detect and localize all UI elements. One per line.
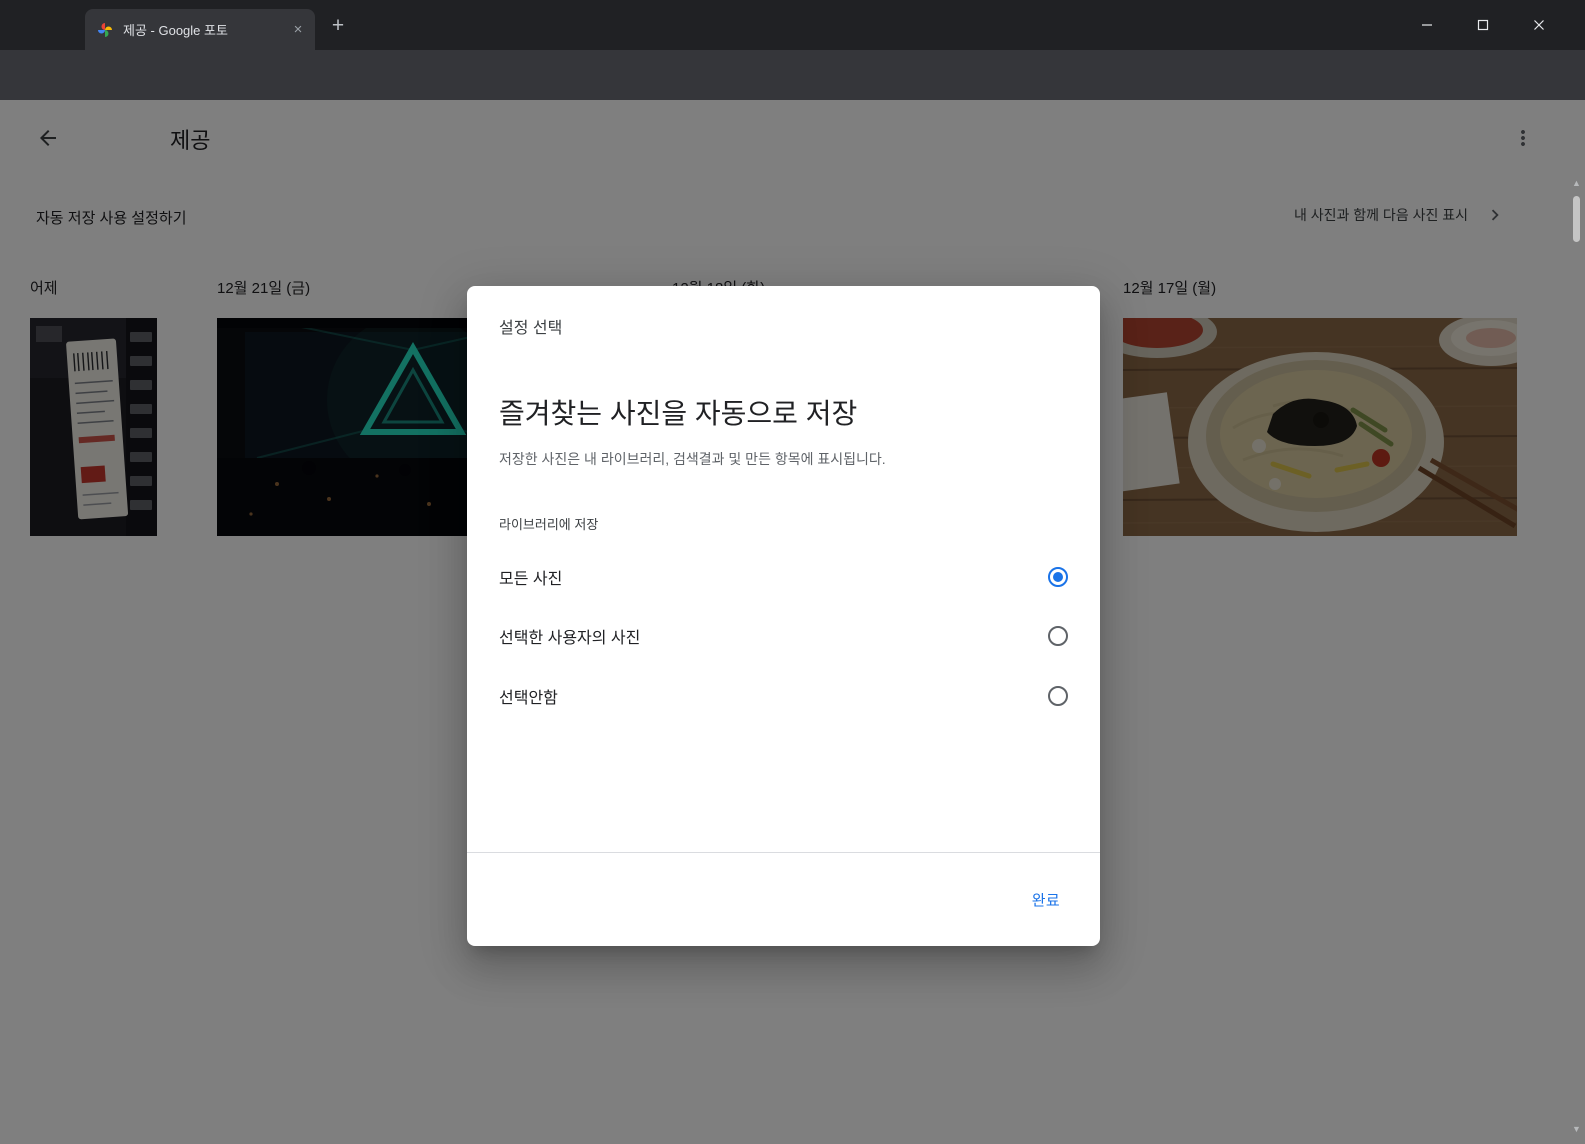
tab-close-icon[interactable]: × [289,21,307,39]
window-close-button[interactable] [1516,0,1562,50]
radio-button-icon [1048,626,1068,646]
google-photos-favicon-icon [97,22,113,38]
radio-button-selected-icon [1048,567,1068,587]
minimize-icon [1421,19,1433,31]
window-minimize-button[interactable] [1404,0,1450,50]
done-button[interactable]: 완료 [1032,889,1060,910]
browser-tab[interactable]: 제공 - Google 포토 × [85,9,315,50]
radio-option-label: 선택한 사용자의 사진 [499,624,640,648]
scroll-down-icon[interactable]: ▼ [1568,1124,1585,1134]
browser-window: 제공 - Google 포토 × + https://photos.googl [0,0,1585,1144]
browser-toolbar: https://photos.google.com /u/1/partner/ [0,50,1585,100]
settings-dialog: 설정 선택 즐겨찾는 사진을 자동으로 저장 저장한 사진은 내 라이브러리, … [467,286,1100,946]
dialog-eyebrow: 설정 선택 [499,314,562,338]
radio-option-label: 선택안함 [499,684,558,708]
dialog-description: 저장한 사진은 내 라이브러리, 검색결과 및 만든 항목에 표시됩니다. [499,449,886,469]
dialog-footer: 완료 [467,852,1100,946]
tab-strip: 제공 - Google 포토 × + [0,0,1585,50]
radio-group-label: 라이브러리에 저장 [499,514,598,533]
scrollbar-thumb[interactable] [1573,196,1580,242]
maximize-icon [1477,19,1489,31]
scroll-up-icon[interactable]: ▲ [1568,178,1585,188]
window-maximize-button[interactable] [1460,0,1506,50]
radio-option-label: 모든 사진 [499,565,562,589]
dialog-title: 즐겨찾는 사진을 자동으로 저장 [499,392,857,432]
radio-option-selected-people[interactable]: 선택한 사용자의 사진 [499,612,1068,660]
vertical-scrollbar[interactable]: ▲ ▼ [1568,100,1585,1144]
radio-option-none[interactable]: 선택안함 [499,672,1068,720]
tab-title: 제공 - Google 포토 [123,20,289,39]
close-icon [1533,19,1545,31]
new-tab-button[interactable]: + [324,13,352,41]
radio-button-icon [1048,686,1068,706]
radio-option-all-photos[interactable]: 모든 사진 [499,553,1068,601]
